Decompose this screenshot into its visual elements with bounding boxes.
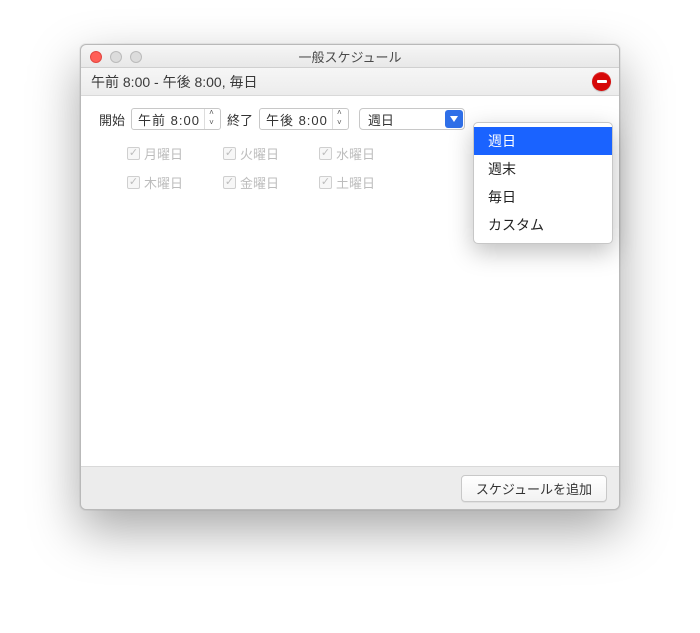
checkbox-icon[interactable]: ✓ [127,147,140,160]
start-time-value: 午前 8:00 [138,110,200,129]
checkbox-icon[interactable]: ✓ [319,147,332,160]
day-label: 火曜日 [240,144,279,163]
checkbox-icon[interactable]: ✓ [223,176,236,189]
dropdown-option-everyday[interactable]: 毎日 [474,183,612,211]
day-label: 木曜日 [144,173,183,192]
chevron-down-icon [450,116,458,122]
chevron-down-icon: ˅ [333,119,346,129]
schedule-body: 開始 午前 8:00 ˄ ˅ 終了 午後 8:00 ˄ ˅ 週日 [81,96,619,467]
window-title: 一般スケジュール [298,47,401,66]
combo-value: 週日 [368,110,394,129]
remove-schedule-button[interactable] [592,72,611,91]
titlebar: 一般スケジュール [81,45,619,68]
day-label: 月曜日 [144,144,183,163]
start-label: 開始 [99,110,125,129]
end-label: 終了 [227,110,253,129]
day-label: 水曜日 [336,144,375,163]
minimize-window-button[interactable] [110,51,122,63]
maximize-window-button[interactable] [130,51,142,63]
schedule-window: 一般スケジュール 午前 8:00 - 午後 8:00, 毎日 開始 午前 8:0… [80,44,620,510]
combo-arrow-button[interactable] [445,110,463,128]
traffic-lights [90,51,142,63]
start-time-stepper[interactable]: ˄ ˅ [204,109,218,129]
day-wednesday: ✓ 水曜日 [319,144,415,163]
schedule-summary-text: 午前 8:00 - 午後 8:00, 毎日 [91,72,258,92]
day-thursday: ✓ 木曜日 [127,173,223,192]
day-saturday: ✓ 土曜日 [319,173,415,192]
dropdown-option-weekend[interactable]: 週末 [474,155,612,183]
end-time-value: 午後 8:00 [266,110,328,129]
day-label: 金曜日 [240,173,279,192]
end-time-field[interactable]: 午後 8:00 ˄ ˅ [259,108,349,130]
checkbox-icon[interactable]: ✓ [127,176,140,189]
start-time-field[interactable]: 午前 8:00 ˄ ˅ [131,108,221,130]
day-tuesday: ✓ 火曜日 [223,144,319,163]
end-time-stepper[interactable]: ˄ ˅ [332,109,346,129]
checkbox-icon[interactable]: ✓ [223,147,236,160]
day-preset-combo[interactable]: 週日 [359,108,465,130]
minus-icon [597,80,607,83]
dropdown-option-custom[interactable]: カスタム [474,211,612,239]
day-friday: ✓ 金曜日 [223,173,319,192]
day-label: 土曜日 [336,173,375,192]
footer: スケジュールを追加 [81,467,619,509]
dropdown-option-weekday[interactable]: 週日 [474,127,612,155]
day-monday: ✓ 月曜日 [127,144,223,163]
schedule-summary-row: 午前 8:00 - 午後 8:00, 毎日 [81,68,619,96]
chevron-down-icon: ˅ [205,119,218,129]
close-window-button[interactable] [90,51,102,63]
add-schedule-button[interactable]: スケジュールを追加 [461,475,607,502]
checkbox-icon[interactable]: ✓ [319,176,332,189]
day-preset-dropdown: 週日 週末 毎日 カスタム [473,122,613,244]
